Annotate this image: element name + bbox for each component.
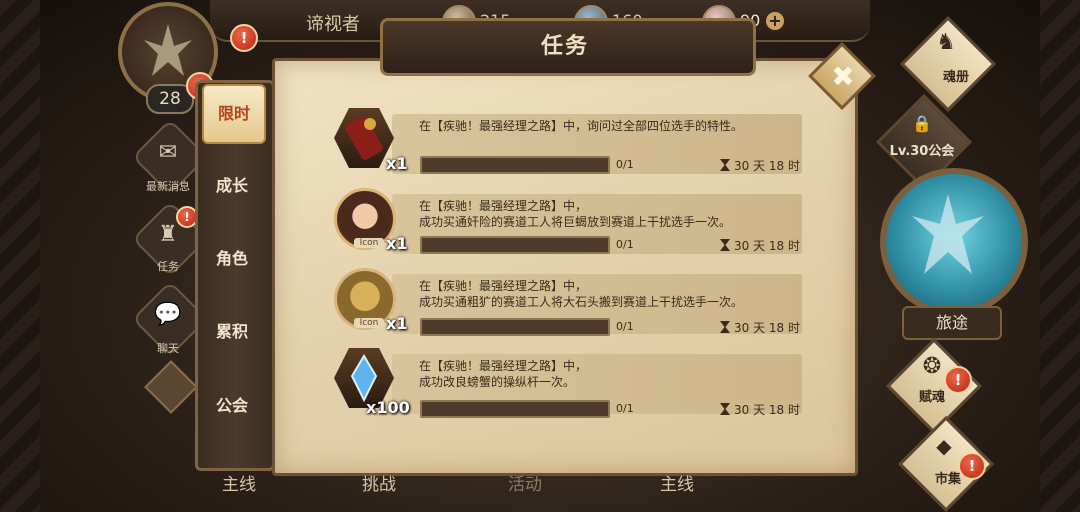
progress-text: 0/1 bbox=[616, 402, 634, 415]
panel-title: 任务 bbox=[540, 34, 589, 59]
time-text: 30 天 18 时 bbox=[734, 159, 800, 173]
progress-text: 0/1 bbox=[616, 158, 634, 171]
hourglass-icon bbox=[720, 239, 730, 251]
time-remaining: 30 天 18 时 bbox=[720, 401, 800, 418]
news-icon: ✉ bbox=[158, 140, 178, 165]
quest-row: Icon x1 在【疾驰！最强经理之路】中， 成功买通奸险的赛道工人将巨蝎放到赛道… bbox=[334, 188, 802, 256]
market-icon: ◆ bbox=[936, 434, 952, 458]
quest-description: 在【疾驰！最强经理之路】中， 成功买通奸险的赛道工人将巨蝎放到赛道上干扰选手一次。 bbox=[419, 198, 799, 230]
tab-guild[interactable]: 公会 bbox=[195, 372, 269, 440]
quest-desc-line2: 成功买通粗犷的赛道工人将大石头搬到赛道上干扰选手一次。 bbox=[419, 295, 744, 309]
bottom-nav-main-2[interactable]: 主线 bbox=[660, 470, 694, 495]
right-border bbox=[1040, 0, 1080, 512]
quest-desc-line1: 在【疾驰！最强经理之路】中， bbox=[419, 359, 588, 373]
hourglass-icon bbox=[720, 321, 730, 333]
fusion-label: 赋魂 bbox=[918, 390, 945, 405]
quest-row: x100 在【疾驰！最强经理之路】中， 成功改良螃蟹的操纵杆一次。 0/1 30 … bbox=[334, 348, 802, 418]
hourglass-icon bbox=[720, 159, 730, 171]
token-scroll-icon[interactable] bbox=[334, 108, 394, 168]
quest-desc-line1: 在【疾驰！最强经理之路】中， bbox=[419, 199, 588, 213]
progress-text: 0/1 bbox=[616, 238, 634, 251]
time-remaining: 30 天 18 时 bbox=[720, 157, 800, 174]
guild-lock-level: Lv.30公会 bbox=[889, 144, 955, 159]
icon-caption: Icon bbox=[354, 238, 384, 248]
crest-icon bbox=[912, 194, 984, 274]
quest-description: 在【疾驰！最强经理之路】中，询问过全部四位选手的特性。 bbox=[419, 118, 799, 134]
tab-limited[interactable]: 限时 bbox=[202, 84, 266, 144]
time-remaining: 30 天 18 时 bbox=[720, 237, 800, 254]
reward-quantity: x100 bbox=[366, 398, 410, 417]
chat-icon: 💬 bbox=[154, 302, 182, 327]
quest-desc-line1: 在【疾驰！最强经理之路】中， bbox=[419, 279, 588, 293]
quest-label: 任务 bbox=[157, 260, 179, 273]
time-remaining: 30 天 18 时 bbox=[720, 319, 800, 336]
close-icon: ✖ bbox=[831, 60, 855, 93]
quest-row: Icon x1 在【疾驰！最强经理之路】中， 成功买通粗犷的赛道工人将大石头搬到赛… bbox=[334, 268, 802, 336]
bottom-nav-challenge[interactable]: 挑战 bbox=[362, 470, 396, 495]
quest-row: x1 在【疾驰！最强经理之路】中，询问过全部四位选手的特性。 0/1 30 天 … bbox=[334, 108, 802, 176]
progress-bar bbox=[420, 156, 610, 174]
progress-bar bbox=[420, 236, 610, 254]
journey-label: 旅途 bbox=[902, 306, 1002, 340]
tab-cumulative[interactable]: 累积 bbox=[195, 298, 269, 366]
reward-quantity: x1 bbox=[386, 314, 408, 333]
time-text: 30 天 18 时 bbox=[734, 403, 800, 417]
quest-desc-line1: 在【疾驰！最强经理之路】中，询问过全部四位选手的特性。 bbox=[419, 119, 744, 133]
reward-quantity: x1 bbox=[386, 234, 408, 253]
player-name: 谛视者 bbox=[306, 14, 360, 35]
bottom-nav-main[interactable]: 主线 bbox=[222, 470, 256, 495]
chat-label: 聊天 bbox=[157, 342, 179, 355]
reward-quantity: x1 bbox=[386, 154, 408, 173]
time-text: 30 天 18 时 bbox=[734, 239, 800, 253]
lock-icon: 🔒 bbox=[912, 114, 932, 133]
progress-text: 0/1 bbox=[616, 320, 634, 333]
left-border bbox=[0, 0, 40, 512]
hourglass-icon bbox=[720, 403, 730, 415]
tab-growth[interactable]: 成长 bbox=[195, 152, 269, 220]
time-text: 30 天 18 时 bbox=[734, 321, 800, 335]
soulbook-icon: ♞ bbox=[936, 30, 956, 55]
quest-desc-line2: 成功改良螃蟹的操纵杆一次。 bbox=[419, 375, 576, 389]
quest-description: 在【疾驰！最强经理之路】中， 成功改良螃蟹的操纵杆一次。 bbox=[419, 358, 799, 390]
quest-description: 在【疾驰！最强经理之路】中， 成功买通粗犷的赛道工人将大石头搬到赛道上干扰选手一次… bbox=[419, 278, 799, 310]
fusion-icon: ❂ bbox=[922, 354, 942, 379]
journey-button[interactable] bbox=[880, 168, 1028, 316]
quest-desc-line2: 成功买通奸险的赛道工人将巨蝎放到赛道上干扰选手一次。 bbox=[419, 215, 732, 229]
bottom-nav-event[interactable]: 活动 bbox=[508, 470, 542, 495]
tab-character[interactable]: 角色 bbox=[195, 225, 269, 293]
quest-icon: ♜ bbox=[158, 222, 178, 247]
news-label: 最新消息 bbox=[146, 180, 190, 193]
icon-caption: Icon bbox=[354, 318, 384, 328]
market-label: 市集 bbox=[934, 472, 961, 487]
progress-bar bbox=[420, 318, 610, 336]
add-stamina-button[interactable]: + bbox=[766, 12, 784, 30]
avatar-alert-badge: ! bbox=[230, 24, 258, 52]
progress-bar bbox=[420, 400, 610, 418]
soulbook-label: 魂册 bbox=[942, 70, 969, 85]
